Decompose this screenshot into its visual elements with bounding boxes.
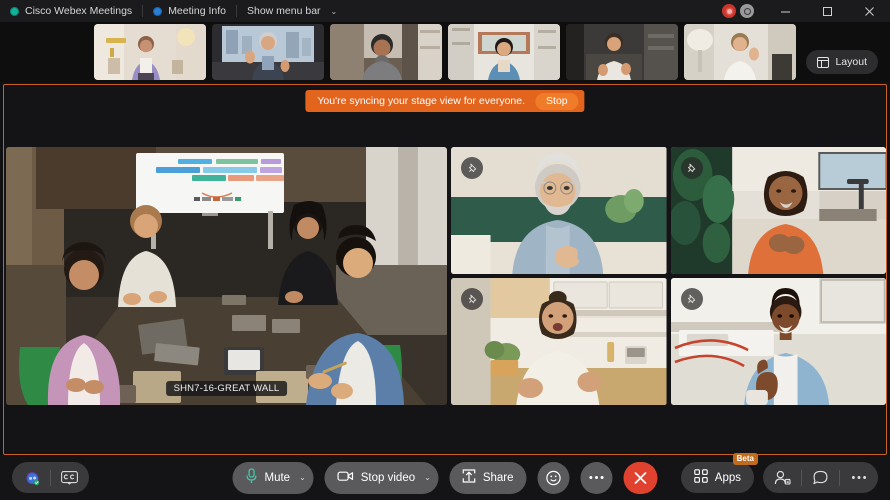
mute-label: Mute [264,471,291,484]
stage-video-3[interactable] [670,147,886,274]
chat-icon [813,470,828,484]
participant-filmstrip[interactable]: Layout [0,22,890,82]
share-button[interactable]: Share [449,461,527,494]
participant-thumb-6[interactable] [684,24,796,80]
controls-left-group [12,462,89,493]
sync-stage-banner: You're syncing your stage view for every… [305,90,585,112]
apps-button[interactable]: Apps [680,462,754,493]
stop-video-button[interactable]: Stop video ⌄ [324,461,439,494]
chevron-down-icon: ⌄ [330,6,338,16]
participants-icon [774,470,791,485]
more-panel-button[interactable] [843,464,874,491]
app-title-label: Cisco Webex Meetings [25,5,133,17]
pin-icon[interactable] [461,288,483,310]
emoji-reaction-icon [546,470,561,485]
stage-area: You're syncing your stage view for every… [3,84,887,455]
pin-icon[interactable] [680,288,703,310]
stop-video-label: Stop video [360,471,416,484]
meeting-info-icon [153,6,163,16]
stage-video-4[interactable] [451,278,667,405]
closed-captions-icon [61,470,78,485]
webex-ai-assistant-button[interactable] [16,464,47,491]
mute-button[interactable]: Mute ⌄ [232,461,314,494]
controls-right-group: Apps Beta [680,453,878,493]
panels-group [763,462,878,493]
controls-divider-right-2 [839,469,840,486]
layout-icon [817,56,830,68]
share-label: Share [482,471,514,484]
apps-beta-badge: Beta [732,453,758,465]
stage-main-video[interactable]: SHN7-16-GREAT WALL [6,147,447,405]
window-controls-group [718,0,890,22]
mute-chevron-down-icon[interactable]: ⌄ [299,473,306,482]
participants-button[interactable] [767,464,798,491]
show-menu-bar-button[interactable]: Show menu bar ⌄ [237,0,347,22]
stage-video-grid: SHN7-16-GREAT WALL [4,147,886,409]
app-status-dot-icon [10,6,19,16]
stop-sync-button[interactable]: Stop [535,92,579,110]
network-status-icon[interactable] [740,4,754,18]
reactions-button[interactable] [537,461,570,494]
apps-grid-icon [694,469,708,486]
microphone-icon [245,468,257,487]
apps-label: Apps [714,471,741,484]
webex-ai-assistant-icon [26,471,39,485]
stage-secondary-grid [451,147,886,405]
webex-meetings-window: Cisco Webex Meetings Meeting Info Show m… [0,0,890,500]
controls-divider-left [50,469,51,486]
show-menu-bar-label: Show menu bar [246,5,321,17]
stage-video-2[interactable] [451,147,667,274]
pin-icon[interactable] [461,157,483,179]
sync-stage-message: You're syncing your stage view for every… [317,95,526,107]
pin-icon[interactable] [680,157,703,179]
more-options-icon [589,476,604,479]
participant-thumb-1[interactable] [94,24,206,80]
layout-button[interactable]: Layout [806,50,878,74]
stage-video-5[interactable] [670,278,886,405]
closed-captions-button[interactable] [54,464,85,491]
controls-divider-right-1 [801,469,802,486]
participant-thumb-3[interactable] [330,24,442,80]
maximize-button[interactable] [806,0,848,22]
main-video-name-label: SHN7-16-GREAT WALL [165,381,288,396]
meeting-info-button[interactable]: Meeting Info [143,0,236,22]
meeting-info-label: Meeting Info [168,5,226,17]
more-options-button[interactable] [580,461,613,494]
share-screen-icon [463,469,476,486]
camera-icon [337,470,354,485]
layout-label: Layout [835,56,867,68]
close-button[interactable] [848,0,890,22]
meeting-controls-bar: Mute ⌄ Stop video ⌄ Share Apps Beta [0,453,890,500]
leave-meeting-icon [634,471,647,484]
minimize-button[interactable] [764,0,806,22]
apps-button-wrapper: Apps Beta [680,453,758,493]
chat-button[interactable] [805,464,836,491]
leave-meeting-button[interactable] [623,461,658,494]
more-panel-icon [851,476,866,479]
video-chevron-down-icon[interactable]: ⌄ [424,473,431,482]
app-title: Cisco Webex Meetings [0,0,142,22]
participant-thumb-5[interactable] [566,24,678,80]
assistant-captions-group [12,462,89,493]
record-icon[interactable] [722,4,736,18]
participant-thumb-2[interactable] [212,24,324,80]
controls-center-group: Mute ⌄ Stop video ⌄ Share [232,461,658,494]
participant-thumb-4[interactable] [448,24,560,80]
title-bar: Cisco Webex Meetings Meeting Info Show m… [0,0,890,22]
